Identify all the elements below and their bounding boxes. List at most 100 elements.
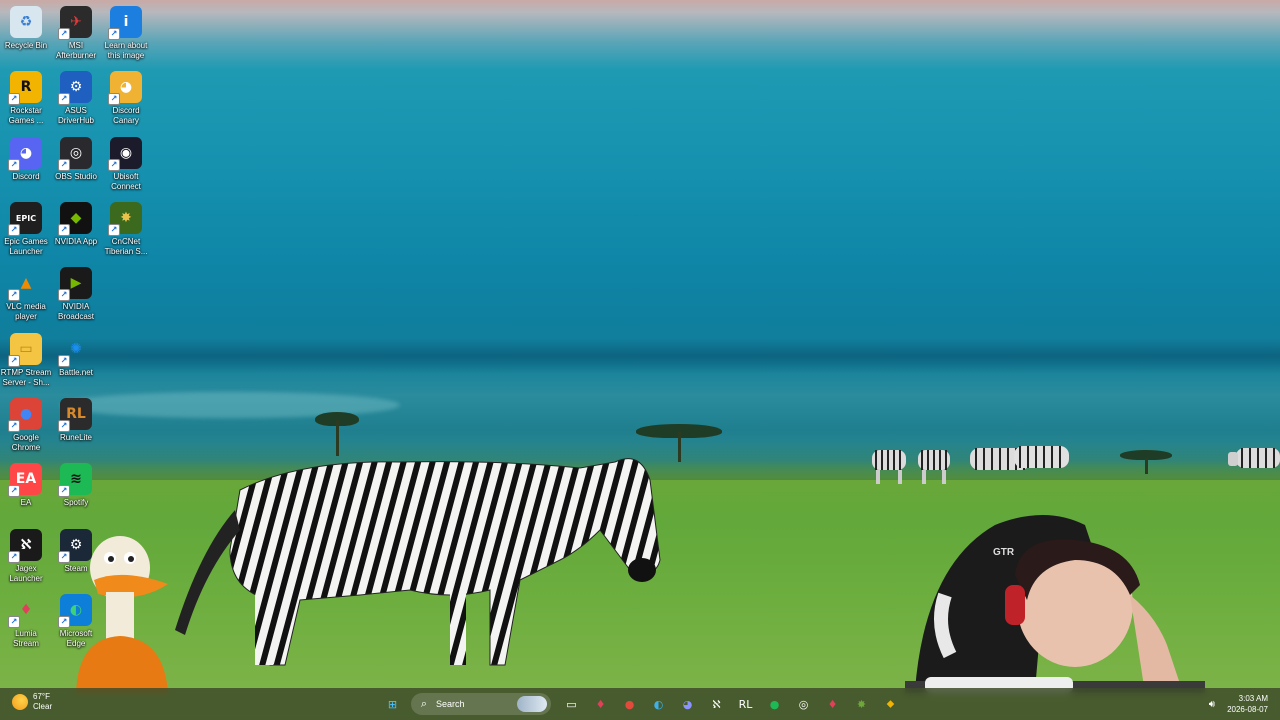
shortcut-arrow-icon: ↗	[108, 224, 120, 236]
taskbar-discord[interactable]: ◕	[676, 692, 700, 716]
search-icon: ⌕	[420, 698, 428, 710]
desktop-icon-label: ASUS DriverHub	[57, 106, 94, 125]
clock-time: 3:03 AM	[1238, 694, 1268, 703]
ea-icon: EA ↗	[8, 463, 42, 497]
taskbar: 67°F Clear ⊞ ⌕ Search ▭ ♦ ● ◐ ◕ ℵ RL ● ◎ ♦ ✸ ⬥ 🔊︎ 3:03…	[0, 688, 1280, 720]
desktop-icon-label: CnCNet Tiberian S...	[104, 237, 148, 256]
taskbar-google-chrome[interactable]: ●	[618, 692, 642, 716]
desktop-icon-discord[interactable]: ◕ ↗ Discord	[0, 137, 52, 182]
start-button-icon: ⊞	[387, 697, 398, 711]
discord-canary-icon: ◕ ↗	[108, 71, 142, 105]
desktop-icon-msi-afterburner[interactable]: ✈ ↗ MSI Afterburner	[50, 6, 102, 61]
epic-games-icon: EPIC ↗	[8, 202, 42, 236]
obs-studio-icon: ◎ ↗	[58, 137, 92, 171]
lumia-stream-icon: ♦ ↗	[8, 594, 42, 628]
desktop-icon-rockstar-games[interactable]: R ↗ Rockstar Games ...	[0, 71, 52, 126]
desktop-icon-label: Spotify	[63, 498, 89, 507]
desktop-icon-ea[interactable]: EA ↗ EA	[0, 463, 52, 508]
msi-afterburner-icon: ✈ ↗	[58, 6, 92, 40]
weather-widget[interactable]: 67°F Clear	[12, 692, 52, 712]
acacia-tree	[1120, 450, 1172, 476]
shortcut-arrow-icon: ↗	[108, 93, 120, 105]
desktop-icon-obs-studio[interactable]: ◎ ↗ OBS Studio	[50, 137, 102, 182]
desktop-icon-label: OBS Studio	[55, 172, 97, 181]
task-view-icon: ▭	[566, 697, 577, 711]
duck-plush-overlay	[76, 536, 168, 693]
desktop-icon-label: Google Chrome	[11, 433, 41, 452]
taskbar-center: ⊞ ⌕ Search ▭ ♦ ● ◐ ◕ ℵ RL ● ◎ ♦ ✸ ⬥	[378, 688, 905, 720]
shortcut-arrow-icon: ↗	[58, 224, 70, 236]
shortcut-arrow-icon: ↗	[8, 224, 20, 236]
recycle-bin-icon: ♻	[10, 6, 42, 38]
volume-icon[interactable]: 🔊︎	[1209, 699, 1215, 710]
desktop-icon-label: Discord	[12, 172, 40, 181]
desktop-icon-cncnet[interactable]: ✸ ↗ CnCNet Tiberian S...	[100, 202, 152, 257]
taskbar-lumia-stream-2[interactable]: ♦	[821, 692, 845, 716]
desktop-icon-lumia-stream[interactable]: ♦ ↗ Lumia Stream	[0, 594, 52, 649]
desktop-icon-asus-driverhub[interactable]: ⚙ ↗ ASUS DriverHub	[50, 71, 102, 126]
desktop-icon-battle-net[interactable]: ✺ ↗ Battle.net	[50, 333, 102, 378]
runelite-icon: RL	[738, 697, 753, 711]
spotify-icon: ≋ ↗	[58, 463, 92, 497]
desktop-icon-label: Learn about this image	[104, 41, 148, 60]
desktop-icon-recycle-bin[interactable]: ♻ Recycle Bin	[0, 6, 52, 51]
taskbar-obs-studio[interactable]: ◎	[792, 692, 816, 716]
taskbar-cncnet[interactable]: ✸	[850, 692, 874, 716]
taskbar-runelite[interactable]: RL	[734, 692, 758, 716]
taskbar-rockstar-games[interactable]: ⬥	[879, 692, 903, 716]
shortcut-arrow-icon: ↗	[8, 159, 20, 171]
webcam-overlay: GTR	[905, 515, 1205, 693]
desktop-icon-label: Rockstar Games ...	[8, 106, 44, 125]
desktop-icon-nvidia-app[interactable]: ◆ ↗ NVIDIA App	[50, 202, 102, 247]
jagex-launcher-icon: ℵ	[712, 697, 721, 711]
rtmp-stream-icon: ▭ ↗	[8, 333, 42, 367]
desktop-icon-learn-about-image[interactable]: i ↗ Learn about this image	[100, 6, 152, 61]
taskbar-lumia-stream[interactable]: ♦	[589, 692, 613, 716]
lumia-stream-icon: ♦	[595, 697, 606, 711]
search-highlight-image	[517, 696, 547, 712]
desktop-icon-rtmp-stream[interactable]: ▭ ↗ RTMP Stream Server - Sh...	[0, 333, 52, 388]
shortcut-arrow-icon: ↗	[58, 420, 70, 432]
clock[interactable]: 3:03 AM 2026-08-07	[1227, 693, 1268, 715]
rockstar-games-icon: ⬥	[886, 697, 895, 710]
shortcut-arrow-icon: ↗	[8, 355, 20, 367]
spotify-icon: ●	[769, 697, 780, 711]
shortcut-arrow-icon: ↗	[58, 93, 70, 105]
desktop-icon-runelite[interactable]: RL ↗ RuneLite	[50, 398, 102, 443]
taskbar-spotify[interactable]: ●	[763, 692, 787, 716]
weather-temperature: 67°F	[33, 692, 50, 701]
shortcut-arrow-icon: ↗	[8, 420, 20, 432]
zebra-far	[970, 446, 1069, 470]
obs-studio-icon: ◎	[798, 697, 809, 711]
system-tray: 🔊︎ 3:03 AM 2026-08-07	[1209, 688, 1280, 720]
rockstar-games-icon: R ↗	[8, 71, 42, 105]
desktop-icon-spotify[interactable]: ≋ ↗ Spotify	[50, 463, 102, 508]
shortcut-arrow-icon: ↗	[8, 93, 20, 105]
zebra-far	[872, 450, 906, 484]
taskbar-jagex-launcher[interactable]: ℵ	[705, 692, 729, 716]
shortcut-arrow-icon: ↗	[58, 355, 70, 367]
shortcut-arrow-icon: ↗	[58, 159, 70, 171]
nvidia-app-icon: ◆ ↗	[58, 202, 92, 236]
desktop-icon-nvidia-broadcast[interactable]: ▶ ↗ NVIDIA Broadcast	[50, 267, 102, 322]
desktop-icon-epic-games[interactable]: EPIC ↗ Epic Games Launcher	[0, 202, 52, 257]
desktop-icon-jagex-launcher[interactable]: ℵ ↗ Jagex Launcher	[0, 529, 52, 584]
asus-driverhub-icon: ⚙ ↗	[58, 71, 92, 105]
desktop-icon-ubisoft-connect[interactable]: ◉ ↗ Ubisoft Connect	[100, 137, 152, 192]
lumia-stream-2-icon: ♦	[827, 697, 838, 711]
desktop-icon-discord-canary[interactable]: ◕ ↗ Discord Canary	[100, 71, 152, 126]
taskbar-search-box[interactable]: ⌕ Search	[411, 693, 551, 715]
google-chrome-icon: ●	[624, 697, 635, 711]
desktop-icon-google-chrome[interactable]: ● ↗ Google Chrome	[0, 398, 52, 453]
shortcut-arrow-icon: ↗	[8, 289, 20, 301]
desktop-icon-label: Epic Games Launcher	[4, 237, 48, 256]
desktop-icon-vlc[interactable]: ▲ ↗ VLC media player	[0, 267, 52, 322]
discord-icon: ◕ ↗	[8, 137, 42, 171]
taskbar-microsoft-edge[interactable]: ◐	[647, 692, 671, 716]
learn-about-image-icon: i ↗	[108, 6, 142, 40]
microsoft-edge-icon: ◐	[653, 697, 664, 711]
desktop-icon-label: NVIDIA App	[54, 237, 98, 246]
taskbar-start-button[interactable]: ⊞	[381, 692, 405, 716]
taskbar-task-view[interactable]: ▭	[560, 692, 584, 716]
cncnet-icon: ✸ ↗	[108, 202, 142, 236]
